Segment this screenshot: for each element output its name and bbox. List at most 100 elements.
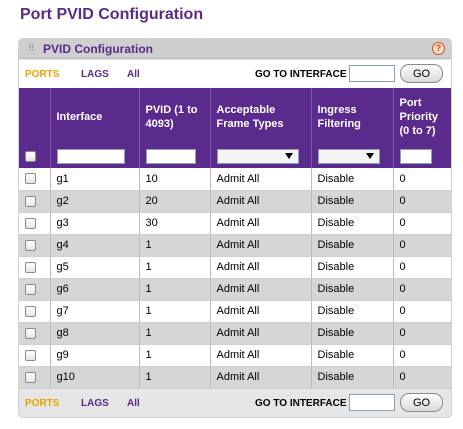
row-checkbox[interactable]	[25, 327, 36, 339]
cell-interface: g9	[50, 344, 140, 367]
link-lags[interactable]: LAGS	[81, 69, 109, 80]
row-checkbox[interactable]	[25, 195, 36, 207]
cell-interface: g4	[50, 234, 140, 257]
cell-pvid: 1	[139, 256, 211, 279]
select-all-checkbox[interactable]	[25, 151, 36, 162]
cell-interface: g6	[50, 278, 140, 301]
ingress-filter-select[interactable]	[317, 149, 380, 164]
cell-priority: 0	[393, 190, 451, 213]
cell-pvid: 1	[139, 234, 211, 257]
link-all[interactable]: All	[127, 69, 140, 80]
chevron-down-icon	[365, 153, 374, 159]
table-row[interactable]: g7 1 Admit All Disable 0	[19, 300, 451, 323]
table-row[interactable]: g3 30 Admit All Disable 0	[19, 212, 451, 235]
link-lags[interactable]: LAGS	[81, 398, 109, 409]
drag-handle-icon[interactable]: ⠿	[28, 43, 38, 53]
cell-frame-types: Admit All	[210, 300, 312, 323]
table-row[interactable]: g9 1 Admit All Disable 0	[19, 344, 451, 367]
header-frame-types[interactable]: Acceptable Frame Types	[210, 88, 312, 145]
cell-ingress: Disable	[311, 234, 394, 257]
cell-priority: 0	[393, 344, 451, 367]
cell-priority: 0	[393, 256, 451, 279]
priority-filter-input[interactable]	[399, 149, 432, 164]
cell-frame-types: Admit All	[210, 366, 312, 389]
goto-interface-input[interactable]	[349, 65, 395, 82]
header-ingress[interactable]: Ingress Filtering	[311, 88, 394, 145]
cell-priority: 0	[393, 278, 451, 301]
table-row[interactable]: g2 20 Admit All Disable 0	[19, 190, 451, 213]
pvid-filter-input[interactable]	[145, 149, 196, 164]
cell-ingress: Disable	[311, 344, 394, 367]
link-ports[interactable]: PORTS	[25, 398, 59, 409]
cell-ingress: Disable	[311, 366, 394, 389]
toolbar-bottom: PORTS LAGS All GO TO INTERFACE GO	[19, 389, 451, 417]
cell-interface: g3	[50, 212, 140, 235]
table-row[interactable]: g4 1 Admit All Disable 0	[19, 234, 451, 257]
goto-interface-input[interactable]	[349, 394, 395, 411]
go-button[interactable]: GO	[400, 393, 443, 412]
cell-frame-types: Admit All	[210, 234, 312, 257]
row-checkbox[interactable]	[25, 371, 36, 383]
cell-pvid: 1	[139, 278, 211, 301]
header-interface[interactable]: Interface	[50, 88, 140, 145]
header-priority[interactable]: Port Priority (0 to 7)	[393, 88, 451, 145]
pvid-panel: ⠿ PVID Configuration ? PORTS LAGS All GO…	[18, 38, 452, 418]
interface-filter-input[interactable]	[56, 149, 125, 164]
cell-ingress: Disable	[311, 322, 394, 345]
cell-ingress: Disable	[311, 168, 394, 191]
help-icon[interactable]: ?	[432, 42, 445, 55]
page-title: Port PVID Configuration	[20, 6, 204, 23]
row-checkbox[interactable]	[25, 283, 36, 295]
cell-interface: g7	[50, 300, 140, 323]
link-all[interactable]: All	[127, 398, 140, 409]
cell-pvid: 20	[139, 190, 211, 213]
cell-pvid: 1	[139, 300, 211, 323]
cell-pvid: 1	[139, 322, 211, 345]
row-checkbox[interactable]	[25, 349, 36, 361]
row-checkbox[interactable]	[25, 261, 36, 273]
cell-interface: g1	[50, 168, 140, 191]
cell-pvid: 30	[139, 212, 211, 235]
cell-frame-types: Admit All	[210, 168, 312, 191]
cell-priority: 0	[393, 366, 451, 389]
row-checkbox[interactable]	[25, 217, 36, 229]
frame-types-filter-select[interactable]	[216, 149, 299, 164]
goto-interface-label: GO TO INTERFACE	[255, 69, 347, 80]
cell-priority: 0	[393, 212, 451, 235]
table-row[interactable]: g5 1 Admit All Disable 0	[19, 256, 451, 279]
select-column-header	[19, 88, 51, 145]
table-row[interactable]: g8 1 Admit All Disable 0	[19, 322, 451, 345]
goto-interface-label: GO TO INTERFACE	[255, 398, 347, 409]
link-ports[interactable]: PORTS	[25, 69, 59, 80]
cell-frame-types: Admit All	[210, 256, 312, 279]
cell-interface: g5	[50, 256, 140, 279]
toolbar-top: PORTS LAGS All GO TO INTERFACE GO	[19, 60, 451, 88]
row-checkbox[interactable]	[25, 305, 36, 317]
table-row[interactable]: g10 1 Admit All Disable 0	[19, 366, 451, 389]
cell-ingress: Disable	[311, 256, 394, 279]
cell-ingress: Disable	[311, 300, 394, 323]
cell-ingress: Disable	[311, 212, 394, 235]
cell-interface: g2	[50, 190, 140, 213]
panel-title: PVID Configuration	[43, 42, 153, 56]
cell-priority: 0	[393, 168, 451, 191]
header-pvid[interactable]: PVID (1 to 4093)	[139, 88, 211, 145]
cell-interface: g10	[50, 366, 140, 389]
table-row[interactable]: g1 10 Admit All Disable 0	[19, 168, 451, 191]
row-checkbox[interactable]	[25, 173, 36, 185]
cell-priority: 0	[393, 300, 451, 323]
cell-ingress: Disable	[311, 278, 394, 301]
cell-frame-types: Admit All	[210, 322, 312, 345]
table-row[interactable]: g6 1 Admit All Disable 0	[19, 278, 451, 301]
cell-interface: g8	[50, 322, 140, 345]
row-checkbox[interactable]	[25, 239, 36, 251]
pvid-table: Interface PVID (1 to 4093) Acceptable Fr…	[19, 88, 451, 389]
go-button[interactable]: GO	[400, 64, 443, 83]
cell-ingress: Disable	[311, 190, 394, 213]
cell-pvid: 1	[139, 366, 211, 389]
chevron-down-icon	[284, 153, 293, 159]
cell-priority: 0	[393, 322, 451, 345]
cell-pvid: 1	[139, 344, 211, 367]
cell-frame-types: Admit All	[210, 190, 312, 213]
cell-priority: 0	[393, 234, 451, 257]
